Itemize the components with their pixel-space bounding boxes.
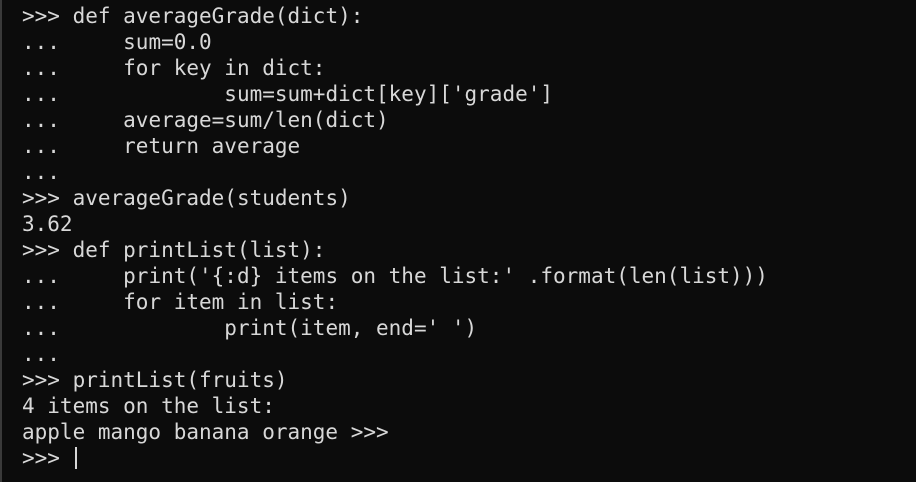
console-line: >>> averageGrade(students) (22, 185, 768, 211)
continuation-prompt: ... (22, 108, 124, 132)
console-line: ... average=sum/len(dict) (22, 107, 768, 133)
output-text: 3.62 (22, 212, 73, 236)
continuation-prompt: ... (22, 290, 124, 314)
console-line: ... (22, 159, 768, 185)
console-line: ... (22, 341, 768, 367)
console-line: 4 items on the list: (22, 393, 768, 419)
code-text: averageGrade(students) (72, 186, 351, 210)
console-line: ... for item in list: (22, 289, 768, 315)
continuation-prompt: ... (22, 160, 60, 184)
primary-prompt: >>> (22, 446, 73, 470)
continuation-prompt: ... (22, 316, 225, 340)
code-text: for key in dict: (123, 56, 326, 80)
input-line[interactable]: >>> (22, 445, 768, 471)
console-line: ... sum=sum+dict[key]['grade'] (22, 81, 768, 107)
console-output[interactable]: >>> def averageGrade(dict): ... sum=0.0 … (22, 3, 768, 471)
code-text: sum=0.0 (123, 30, 212, 54)
output-text: 4 items on the list: (22, 394, 275, 418)
console-line: ... print('{:d} items on the list:' .for… (22, 263, 768, 289)
console-line: >>> def averageGrade(dict): (22, 3, 768, 29)
primary-prompt: >>> (22, 368, 73, 392)
continuation-prompt: ... (22, 30, 124, 54)
console-line: >>> printList(fruits) (22, 367, 768, 393)
primary-prompt: >>> (22, 186, 73, 210)
continuation-prompt: ... (22, 56, 124, 80)
code-text: print('{:d} items on the list:' .format(… (123, 264, 768, 288)
code-text: average=sum/len(dict) (123, 108, 389, 132)
code-text: sum=sum+dict[key]['grade'] (224, 82, 554, 106)
code-text: def averageGrade(dict): (72, 4, 364, 28)
console-line: ... print(item, end=' ') (22, 315, 768, 341)
primary-prompt: >>> (22, 238, 73, 262)
console-line: ... sum=0.0 (22, 29, 768, 55)
primary-prompt: >>> (22, 4, 73, 28)
continuation-prompt: ... (22, 82, 225, 106)
console-line: ... for key in dict: (22, 55, 768, 81)
console-line: 3.62 (22, 211, 768, 237)
console-line: >>> def printList(list): (22, 237, 768, 263)
code-text: def printList(list): (72, 238, 326, 262)
continuation-prompt: ... (22, 342, 60, 366)
continuation-prompt: ... (22, 264, 124, 288)
text-cursor (74, 447, 77, 469)
continuation-prompt: ... (22, 134, 124, 158)
code-text: return average (123, 134, 301, 158)
output-text: apple mango banana orange >>> (22, 420, 389, 444)
code-text: print(item, end=' ') (224, 316, 478, 340)
code-text: printList(fruits) (72, 368, 288, 392)
console-line: apple mango banana orange >>> (22, 419, 768, 445)
python-console-window[interactable]: >>> def averageGrade(dict): ... sum=0.0 … (0, 0, 916, 482)
code-text: for item in list: (123, 290, 339, 314)
console-line: ... return average (22, 133, 768, 159)
